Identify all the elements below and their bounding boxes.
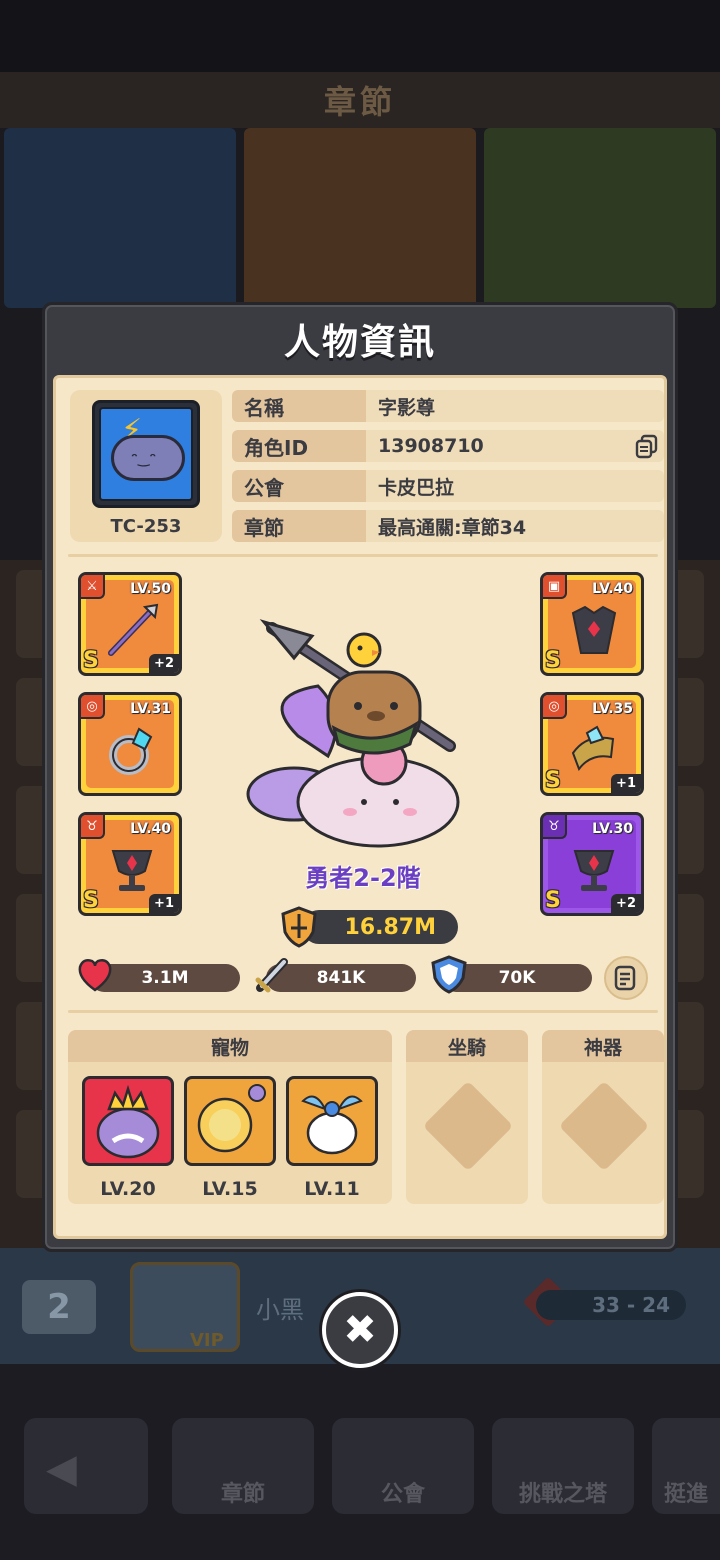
pets-title: 寵物 bbox=[68, 1030, 392, 1062]
background-banners bbox=[0, 128, 720, 308]
pet-level: LV.20 bbox=[100, 1178, 156, 1200]
divider bbox=[68, 554, 658, 557]
info-row-guild: 公會 卡皮巴拉 bbox=[232, 470, 664, 502]
ring-item-icon bbox=[109, 727, 153, 775]
pet-slot[interactable] bbox=[82, 1076, 174, 1166]
equip-plus: +1 bbox=[149, 894, 179, 913]
equip-slot-weapon[interactable]: ⚔ LV.50 S +2 bbox=[78, 572, 182, 676]
character-info-modal: 人物資訊 ⚡ ᵔ‿ᵔ TC-253 名稱 字影尊 角色ID 13908710 公… bbox=[42, 302, 678, 1252]
close-icon: ✖ bbox=[343, 1307, 377, 1353]
nav-guild[interactable]: 公會 bbox=[332, 1418, 474, 1514]
status-bar-area bbox=[0, 0, 720, 72]
list-detail-icon bbox=[614, 965, 636, 991]
nav-tower[interactable]: 挑戰之塔 bbox=[492, 1418, 634, 1514]
heart-icon bbox=[78, 959, 112, 992]
mount-panel[interactable]: 坐騎 bbox=[406, 1030, 528, 1204]
equip-plus: +1 bbox=[611, 774, 641, 793]
equip-slot-bracer[interactable]: ◎ LV.35 S +1 bbox=[540, 692, 644, 796]
close-button[interactable]: ✖ bbox=[322, 1292, 398, 1368]
equip-level: LV.30 bbox=[592, 821, 633, 837]
pet-slot[interactable] bbox=[184, 1076, 276, 1166]
info-label: 名稱 bbox=[232, 390, 366, 422]
necklace-icon: ♉ bbox=[81, 815, 105, 839]
pet-spirit-icon bbox=[301, 1095, 363, 1155]
pet-slot[interactable] bbox=[286, 1076, 378, 1166]
copy-icon[interactable] bbox=[634, 433, 660, 459]
info-table: 名稱 字影尊 角色ID 13908710 公會 卡皮巴拉 章節 最高通關:章節3… bbox=[232, 390, 664, 550]
avatar[interactable]: ⚡ ᵔ‿ᵔ bbox=[92, 400, 200, 508]
avatar-code: TC-253 bbox=[110, 516, 182, 537]
power-shield-icon bbox=[281, 906, 317, 948]
vip-badge: VIP bbox=[190, 1330, 224, 1351]
equip-plus: +2 bbox=[149, 654, 179, 673]
nav-advance[interactable]: 挺進 bbox=[652, 1418, 720, 1514]
equip-grade: S bbox=[545, 648, 561, 673]
equip-level: LV.40 bbox=[592, 581, 633, 597]
spear-icon bbox=[108, 603, 159, 656]
info-value: 13908710 bbox=[366, 430, 664, 462]
pet-level: LV.11 bbox=[304, 1178, 360, 1200]
equip-level: LV.40 bbox=[130, 821, 171, 837]
modal-body: ⚡ ᵔ‿ᵔ TC-253 名稱 字影尊 角色ID 13908710 公會 卡皮巴… bbox=[53, 375, 667, 1239]
necklace-icon: ♉ bbox=[543, 815, 567, 839]
info-label: 公會 bbox=[232, 470, 366, 502]
ring-icon: ◎ bbox=[543, 695, 567, 719]
stats-detail-button[interactable] bbox=[604, 956, 648, 1000]
hero-rank: 勇者2-2階 bbox=[305, 864, 421, 892]
player-score: 33 - 24 bbox=[536, 1290, 686, 1320]
pet-lion-icon bbox=[197, 1084, 266, 1153]
equip-level: LV.31 bbox=[130, 701, 171, 717]
artifact-panel[interactable]: 神器 bbox=[542, 1030, 664, 1204]
background-banner bbox=[484, 128, 716, 308]
info-label: 章節 bbox=[232, 510, 366, 542]
info-value: 最高通關:章節34 bbox=[366, 510, 664, 542]
artifact-title: 神器 bbox=[542, 1030, 664, 1062]
armor-item-icon bbox=[571, 605, 617, 654]
avatar-card: ⚡ ᵔ‿ᵔ TC-253 bbox=[70, 390, 222, 542]
rank-badge: 2 bbox=[22, 1280, 96, 1334]
equip-level: LV.50 bbox=[130, 581, 171, 597]
armor-icon: ▣ bbox=[543, 575, 567, 599]
pets-panel: 寵物 LV.20 LV.15 LV.11 bbox=[68, 1030, 392, 1204]
back-arrow-icon: ◀ bbox=[46, 1446, 77, 1492]
info-value: 卡皮巴拉 bbox=[366, 470, 664, 502]
bracer-icon bbox=[571, 725, 615, 772]
modal-title: 人物資訊 bbox=[283, 322, 436, 363]
equip-slot-ring[interactable]: ◎ LV.31 bbox=[78, 692, 182, 796]
equip-grade: S bbox=[83, 648, 99, 673]
combat-power: 16.87M bbox=[302, 910, 458, 944]
info-value: 字影尊 bbox=[366, 390, 664, 422]
hero-character bbox=[246, 619, 460, 848]
background-header: 章節 bbox=[0, 72, 720, 128]
player-name: 小黑 bbox=[256, 1296, 304, 1324]
info-label: 角色ID bbox=[232, 430, 366, 462]
mount-title: 坐騎 bbox=[406, 1030, 528, 1062]
divider bbox=[68, 1010, 658, 1013]
back-button[interactable]: ◀ bbox=[24, 1418, 148, 1514]
background-header-title: 章節 bbox=[323, 83, 396, 121]
role-id-value: 13908710 bbox=[378, 435, 484, 457]
sword-icon bbox=[255, 958, 288, 993]
pet-king-icon bbox=[96, 1084, 160, 1159]
info-row-chapter: 章節 最高通關:章節34 bbox=[232, 510, 664, 542]
nav-chapter[interactable]: 章節 bbox=[172, 1418, 314, 1514]
pet-level: LV.15 bbox=[202, 1178, 258, 1200]
ring-icon: ◎ bbox=[81, 695, 105, 719]
sword-icon: ⚔ bbox=[81, 575, 105, 599]
equip-level: LV.35 bbox=[592, 701, 633, 717]
info-row-id: 角色ID 13908710 bbox=[232, 430, 664, 462]
background-banner bbox=[244, 128, 476, 308]
info-row-name: 名稱 字影尊 bbox=[232, 390, 664, 422]
empty-slot-icon bbox=[558, 1080, 650, 1172]
background-banner bbox=[4, 128, 236, 308]
equip-grade: S bbox=[545, 768, 561, 793]
shield-icon bbox=[431, 955, 467, 994]
equip-plus: +2 bbox=[611, 894, 641, 913]
equip-slot-armor[interactable]: ▣ LV.40 S bbox=[540, 572, 644, 676]
empty-slot-icon bbox=[422, 1080, 514, 1172]
